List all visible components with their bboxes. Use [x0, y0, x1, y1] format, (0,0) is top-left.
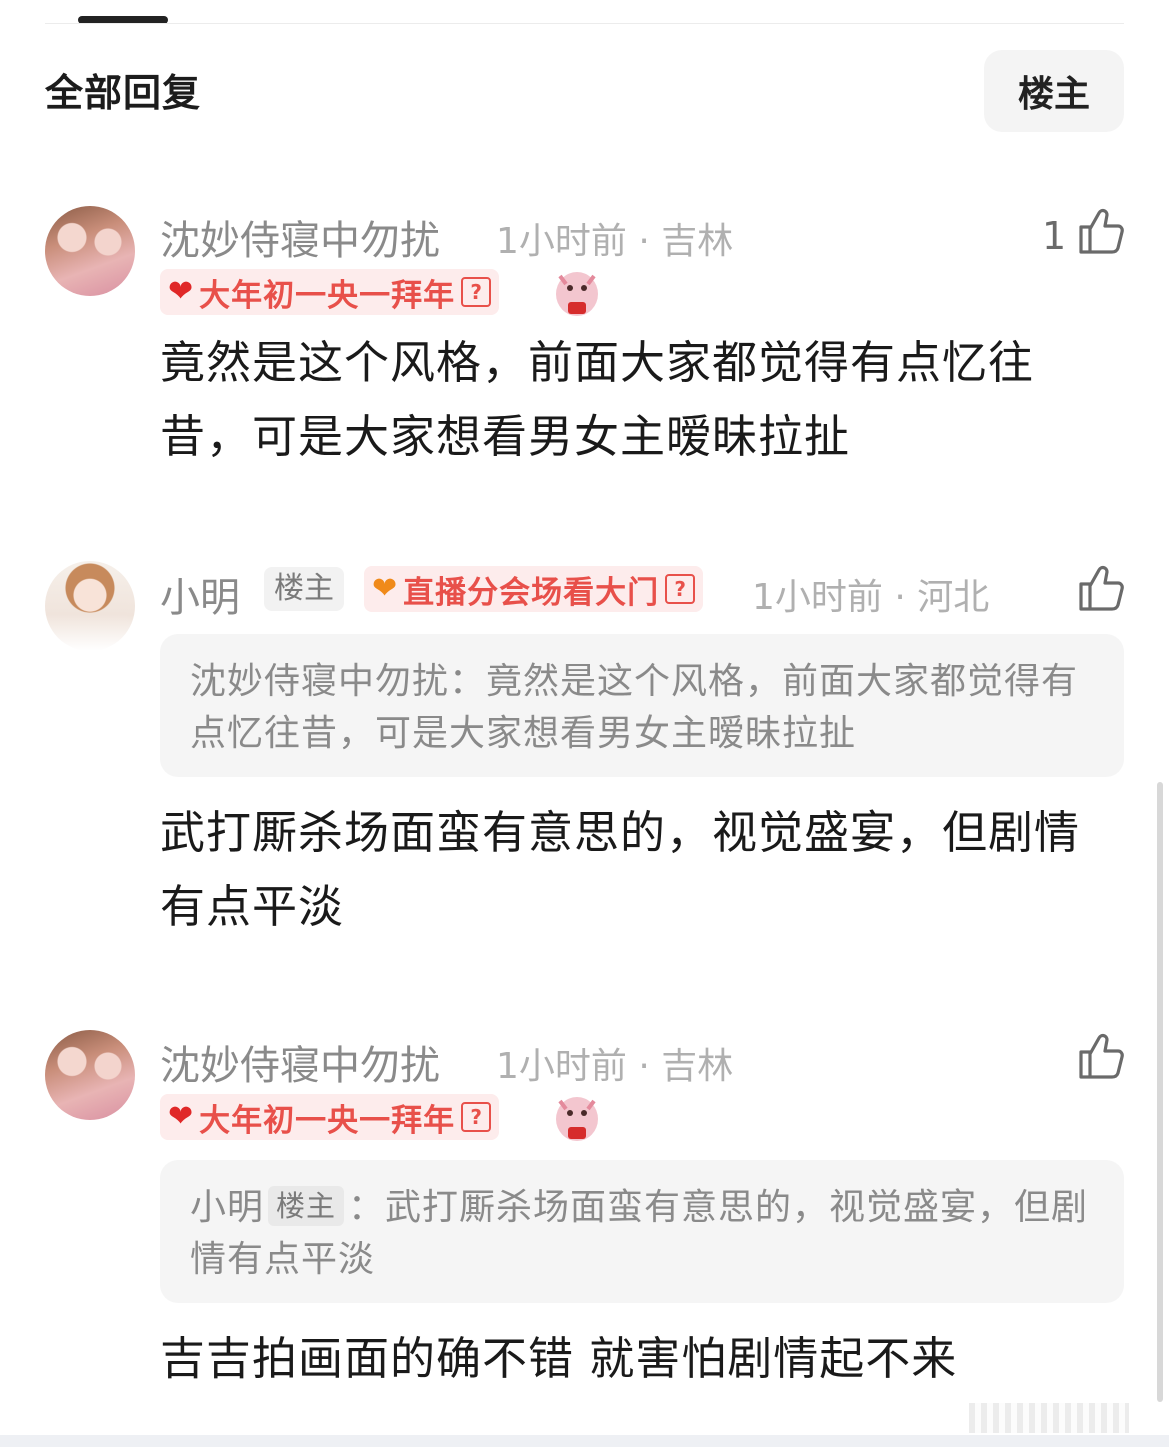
timestamp-location: 1小时前 · 吉林 [496, 221, 734, 262]
quote-separator: ： [348, 1187, 386, 1228]
username[interactable]: 沈妙侍寝中勿扰 [160, 1033, 440, 1091]
watermark [969, 1403, 1129, 1433]
thumbs-up-icon[interactable] [1077, 205, 1125, 255]
heart-red-icon: ❤ [168, 1099, 194, 1134]
owner-tag: 楼主 [264, 567, 344, 611]
heart-red-icon: ❤ [168, 274, 194, 309]
help-icon[interactable]: ? [665, 574, 696, 604]
quote-separator: ： [449, 661, 487, 702]
like-count: 1 [1042, 214, 1067, 258]
thumbs-up-icon[interactable] [1077, 562, 1125, 612]
quote-author: 小明 [190, 1187, 265, 1228]
quoted-reply[interactable]: 沈妙侍寝中勿扰：竟然是这个风格，前面大家都觉得有点忆往昔，可是大家想看男女主暧昧… [160, 634, 1124, 777]
heart-orange-icon: ❤ [372, 571, 398, 606]
lucky-cat-sticker-icon [556, 272, 598, 316]
bottom-bar [0, 1435, 1169, 1447]
top-divider [45, 23, 1124, 24]
section-title: 全部回复 [45, 71, 202, 115]
avatar[interactable] [45, 561, 135, 651]
comment-content: 竟然是这个风格，前面大家都觉得有点忆往昔，可是大家想看男女主暧昧拉扯 [160, 336, 1035, 463]
filter-owner-button[interactable]: 楼主 [984, 50, 1124, 132]
timestamp-location: 1小时前 · 吉林 [496, 1046, 734, 1087]
quote-author: 沈妙侍寝中勿扰 [190, 661, 450, 702]
thumbs-up-icon[interactable] [1077, 1030, 1125, 1080]
scrollbar[interactable] [1157, 782, 1163, 1402]
lucky-cat-sticker-icon [556, 1097, 598, 1141]
comment-content: 武打厮杀场面蛮有意思的，视觉盛宴，但剧情有点平淡 [160, 806, 1081, 933]
timestamp-location: 1小时前 · 河北 [752, 577, 990, 618]
help-icon[interactable]: ? [461, 277, 492, 307]
quote-owner-tag: 楼主 [268, 1186, 345, 1226]
avatar[interactable] [45, 1030, 135, 1120]
badge-label: 大年初一央一拜年 [199, 277, 456, 314]
fan-badge[interactable]: ❤ 大年初一央一拜年 ? [160, 269, 500, 315]
avatar[interactable] [45, 206, 135, 296]
quoted-reply[interactable]: 小明 楼主 ：武打厮杀场面蛮有意思的，视觉盛宴，但剧情有点平淡 [160, 1160, 1124, 1303]
username[interactable]: 小明 [160, 565, 240, 623]
username[interactable]: 沈妙侍寝中勿扰 [160, 208, 440, 266]
help-icon[interactable]: ? [461, 1102, 492, 1132]
fan-badge[interactable]: ❤ 大年初一央一拜年 ? [160, 1094, 500, 1140]
badge-label: 大年初一央一拜年 [199, 1102, 456, 1139]
comment-content: 吉吉拍画面的确不错 就害怕剧情起不来 [160, 1332, 958, 1385]
fan-badge[interactable]: ❤ 直播分会场看大门 ? [364, 566, 704, 612]
badge-label: 直播分会场看大门 [403, 574, 660, 611]
